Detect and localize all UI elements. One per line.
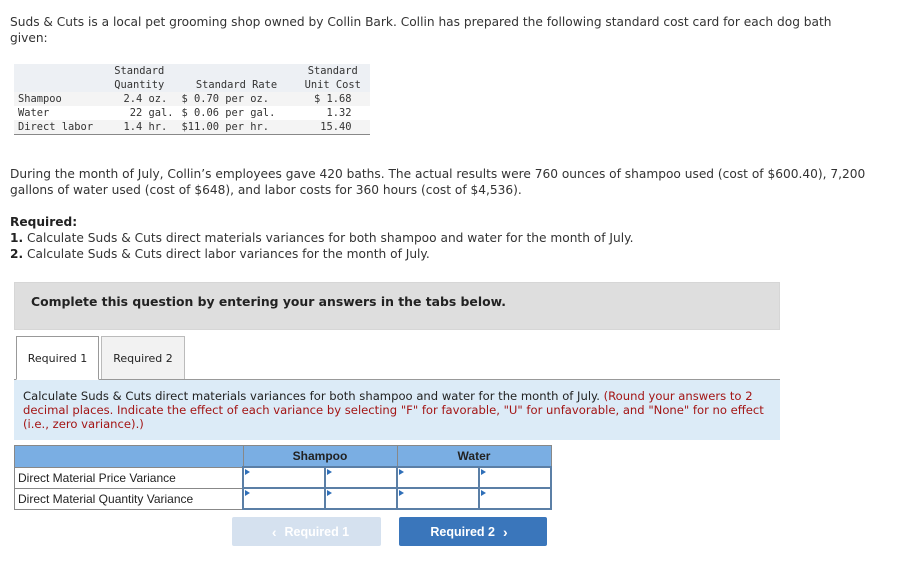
water-price-variance-effect-select[interactable] — [478, 466, 552, 489]
select-field[interactable] — [326, 468, 396, 487]
prev-required-1-button[interactable]: ‹ Required 1 — [232, 517, 381, 546]
cost-item: Shampoo — [14, 92, 111, 106]
select-field[interactable] — [326, 489, 396, 508]
input-field[interactable] — [398, 468, 478, 487]
required-section: Required: 1. Calculate Suds & Cuts direc… — [10, 214, 880, 262]
water-quantity-variance-effect-select[interactable] — [478, 487, 552, 510]
tab-required-2[interactable]: Required 2 — [101, 336, 185, 379]
instructions-banner: Complete this question by entering your … — [14, 282, 780, 330]
select-field[interactable] — [480, 468, 550, 487]
variance-answer-table: Shampoo Water Direct Material Price Vari… — [14, 445, 552, 510]
row-label-quantity-variance: Direct Material Quantity Variance — [14, 487, 244, 510]
header-unit-cost: Standard Unit Cost — [295, 64, 370, 92]
input-field[interactable] — [244, 489, 324, 508]
actual-results-text: During the month of July, Collin’s emplo… — [10, 167, 866, 197]
standard-cost-card: Standard Quantity Standard Rate Standard U… — [14, 64, 370, 135]
shampoo-price-variance-amount-input[interactable] — [242, 466, 326, 489]
cost-item: Water — [14, 106, 111, 120]
water-quantity-variance-amount-input[interactable] — [396, 487, 480, 510]
prev-button-label: Required 1 — [284, 524, 350, 539]
cost-unit-cost: 1.32 — [295, 106, 370, 120]
water-price-variance-amount-input[interactable] — [396, 466, 480, 489]
cost-rate: $ 0.06 per gal. — [177, 106, 296, 120]
input-field[interactable] — [244, 468, 324, 487]
cost-qty: 22 gal. — [110, 106, 178, 120]
next-button-label: Required 2 — [430, 524, 495, 539]
cost-rate: $ 0.70 per oz. — [177, 92, 296, 106]
cost-row-direct-labor: Direct labor 1.4 hr. $11.00 per hr. 15.4… — [14, 120, 370, 135]
required-item-1-num: 1. — [10, 231, 24, 245]
tab-bar: Required 1 Required 2 — [14, 336, 780, 380]
next-required-2-button[interactable]: Required 2 › — [399, 517, 547, 546]
header-item — [14, 64, 111, 92]
cost-qty: 2.4 oz. — [110, 92, 178, 106]
row-label-price-variance: Direct Material Price Variance — [14, 466, 244, 489]
table-row: Direct Material Price Variance — [14, 466, 552, 489]
select-field[interactable] — [480, 489, 550, 508]
header-blank — [14, 445, 244, 468]
tab-instructions: Calculate Suds & Cuts direct materials v… — [14, 380, 780, 440]
cost-unit-cost: $ 1.68 — [295, 92, 370, 106]
cost-qty: 1.4 hr. — [110, 120, 178, 135]
cost-row-shampoo: Shampoo 2.4 oz. $ 0.70 per oz. $ 1.68 — [14, 92, 370, 106]
shampoo-quantity-variance-amount-input[interactable] — [242, 487, 326, 510]
header-quantity: Standard Quantity — [110, 64, 178, 92]
input-field[interactable] — [398, 489, 478, 508]
chevron-left-icon: ‹ — [271, 523, 277, 540]
cost-row-water: Water 22 gal. $ 0.06 per gal. 1.32 — [14, 106, 370, 120]
header-water: Water — [396, 445, 552, 468]
header-shampoo: Shampoo — [242, 445, 398, 468]
required-item-2-num: 2. — [10, 247, 24, 261]
chevron-right-icon: › — [502, 523, 508, 540]
instruction-main: Calculate Suds & Cuts direct materials v… — [23, 389, 604, 403]
tab-required-1[interactable]: Required 1 — [16, 336, 99, 380]
header-rate: Standard Rate — [177, 64, 296, 92]
cost-item: Direct labor — [14, 120, 111, 135]
intro-text: Suds & Cuts is a local pet grooming shop… — [10, 15, 832, 45]
cost-rate: $11.00 per hr. — [177, 120, 296, 135]
table-row: Direct Material Quantity Variance — [14, 487, 552, 510]
banner-text: Complete this question by entering your … — [31, 294, 506, 309]
required-item-1-text: Calculate Suds & Cuts direct materials v… — [23, 231, 634, 245]
required-item-2-text: Calculate Suds & Cuts direct labor varia… — [23, 247, 430, 261]
required-heading: Required: — [10, 215, 78, 229]
cost-unit-cost: 15.40 — [295, 120, 370, 135]
shampoo-price-variance-effect-select[interactable] — [324, 466, 398, 489]
shampoo-quantity-variance-effect-select[interactable] — [324, 487, 398, 510]
